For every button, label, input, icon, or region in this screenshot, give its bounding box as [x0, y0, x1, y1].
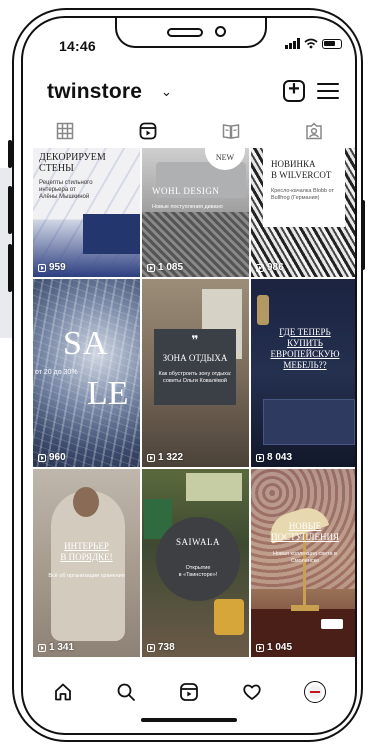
reel-tile[interactable]: SAIWALA Открытие в «Твинсторе»! 738: [142, 469, 249, 657]
tile-subtitle: Как обустроить зону отдыха: советы Ольги…: [158, 371, 232, 384]
tile-subtitle: Новая коллекция света в Смоленске: [273, 551, 337, 564]
notch: [115, 18, 267, 48]
front-camera: [215, 26, 226, 37]
username[interactable]: twinstore: [47, 80, 142, 104]
nav-search[interactable]: [113, 679, 139, 705]
tile-title-secondary: LE: [87, 375, 129, 412]
tile-title: ДЕКОРИРУЕМ СТЕНЫ: [39, 152, 106, 174]
view-count: 986: [256, 262, 284, 273]
power-button: [361, 200, 365, 270]
view-count: 960: [38, 452, 66, 463]
reels-icon: [139, 122, 156, 140]
tab-tagged[interactable]: [272, 116, 355, 146]
view-count: 1 045: [256, 642, 292, 653]
bottom-nav: [23, 672, 355, 712]
battery-icon: [322, 38, 342, 49]
play-icon: [147, 643, 155, 652]
view-count-value: 738: [158, 642, 175, 653]
tile-title: ИНТЕРЬЕР В ПОРЯДКЕ!: [60, 541, 113, 562]
reel-tile[interactable]: ИНТЕРЬЕР В ПОРЯДКЕ! Всё об организации х…: [33, 469, 140, 657]
view-count: 1 085: [147, 262, 183, 273]
reels-grid: ДЕКОРИРУЕМ СТЕНЫ Рецепты стильного интер…: [33, 148, 355, 657]
profile-header: twinstore ⌄ +: [47, 78, 339, 108]
guide-icon: [222, 124, 239, 139]
play-icon: [38, 643, 46, 652]
profile-avatar: [304, 681, 327, 703]
tile-title: ГДЕ ТЕПЕРЬ КУПИТЬ ЕВРОПЕЙСКУЮ МЕБЕЛЬ??: [270, 327, 340, 370]
tile-subtitle: Всё об организации хранения: [48, 573, 125, 579]
status-time: 14:46: [59, 38, 96, 54]
mute-switch: [8, 140, 12, 168]
play-icon: [38, 263, 46, 272]
play-icon: [147, 453, 155, 462]
tile-subtitle: от 20 до 30%: [35, 369, 78, 376]
chevron-down-icon[interactable]: ⌄: [161, 84, 172, 100]
wifi-icon: [304, 38, 318, 49]
view-count: 8 043: [256, 452, 292, 463]
home-indicator: [141, 718, 237, 722]
create-post-button[interactable]: +: [283, 79, 305, 102]
nav-home[interactable]: [50, 679, 76, 705]
play-icon: [38, 453, 46, 462]
tile-title: НОВИНКА В WILVERCOT: [271, 159, 332, 180]
view-count: 1 341: [38, 642, 74, 653]
heart-icon: [243, 684, 261, 700]
status-icons: [285, 38, 342, 49]
reel-tile[interactable]: SA от 20 до 30% LE 960: [33, 279, 140, 467]
play-icon: [256, 263, 264, 272]
tile-title: SAIWALA: [176, 537, 220, 547]
nav-profile[interactable]: [302, 679, 328, 705]
play-icon: [147, 263, 155, 272]
play-icon: [256, 453, 264, 462]
view-count-value: 960: [49, 452, 66, 463]
signal-icon: [285, 38, 300, 49]
view-count-value: 1 322: [158, 452, 184, 463]
play-icon: [256, 643, 264, 652]
tile-title: SA: [63, 325, 109, 362]
nav-activity[interactable]: [239, 679, 265, 705]
quote-icon: ❞: [191, 333, 199, 347]
tagged-icon: [305, 122, 322, 140]
view-count-value: 1 341: [49, 642, 75, 653]
reel-tile[interactable]: ❞ ЗОНА ОТДЫХА Как обустроить зону отдыха…: [142, 279, 249, 467]
tile-subtitle: Рецепты стильного интерьера от Алёны Мыш…: [39, 180, 93, 200]
view-count-value: 1 045: [267, 642, 293, 653]
tile-title: НОВЫЕ ПОСТУПЛЕНИЯ: [270, 521, 340, 542]
view-count-value: 986: [267, 262, 284, 273]
reel-tile[interactable]: ГДЕ ТЕПЕРЬ КУПИТЬ ЕВРОПЕЙСКУЮ МЕБЕЛЬ?? 8…: [251, 279, 355, 467]
volume-up-button: [8, 186, 12, 234]
tab-grid[interactable]: [23, 116, 106, 146]
nav-reels[interactable]: [176, 679, 202, 705]
view-count: 959: [38, 262, 66, 273]
brand-logo: [321, 619, 343, 629]
menu-icon[interactable]: [317, 83, 339, 104]
view-count: 738: [147, 642, 175, 653]
tile-title: WOHL DESIGN: [152, 186, 220, 196]
reel-tile[interactable]: NEW WOHL DESIGN Новые поступления дивано…: [142, 148, 249, 277]
reel-tile[interactable]: НОВИНКА В WILVERCOT Кресло-качалка Blobb…: [251, 148, 355, 277]
tile-subtitle: Открытие в «Твинсторе»!: [178, 565, 218, 578]
profile-tabs: [23, 116, 355, 146]
tile-subtitle: Кресло-качалка Blobb от Bullfrog (Герман…: [271, 188, 334, 201]
tile-subtitle: Новые поступления дивано: [152, 204, 223, 210]
view-count: 1 322: [147, 452, 183, 463]
view-count-value: 8 043: [267, 452, 293, 463]
reels-icon: [180, 683, 198, 701]
volume-down-button: [8, 244, 12, 292]
tab-reels[interactable]: [106, 116, 189, 146]
home-icon: [54, 683, 71, 701]
reel-tile[interactable]: НОВЫЕ ПОСТУПЛЕНИЯ Новая коллекция света …: [251, 469, 355, 657]
phone-screen: 14:46 twinstore ⌄ + ДЕКОРИРУЕМ СТЕНЫ Рец…: [21, 16, 357, 735]
grid-icon: [56, 122, 73, 140]
tile-title: ЗОНА ОТДЫХА: [162, 353, 228, 363]
tab-guides[interactable]: [189, 116, 272, 146]
reel-tile[interactable]: ДЕКОРИРУЕМ СТЕНЫ Рецепты стильного интер…: [33, 148, 140, 277]
search-icon: [117, 683, 135, 701]
speaker: [167, 28, 203, 37]
view-count-value: 1 085: [158, 262, 184, 273]
view-count-value: 959: [49, 262, 66, 273]
